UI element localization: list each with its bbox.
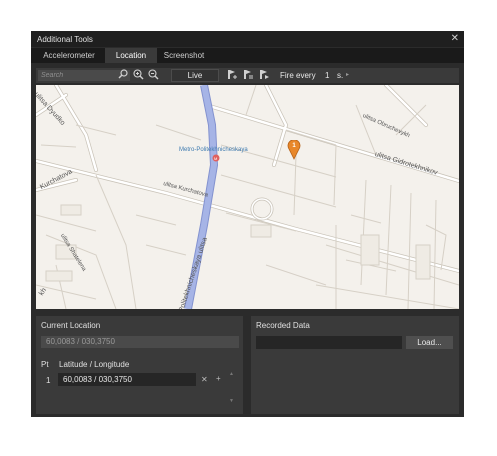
fire-every-unit: s. (337, 71, 344, 80)
recorded-data-panel: Recorded Data Load... (251, 316, 459, 414)
svg-text:M: M (214, 156, 217, 161)
marker-label: 1 (292, 143, 296, 149)
tab-location[interactable]: Location (105, 48, 157, 63)
map-view[interactable]: M Metro-Politekhnicheskaya ulitsa Gidrot… (36, 85, 459, 309)
current-location-panel: Current Location 60,0083 / 030,3750 Pt L… (36, 316, 243, 414)
map-toolbar: Live Fire every 1 s. ▸ (36, 68, 459, 83)
column-header-pt: Pt (41, 360, 49, 369)
current-location-field: 60,0083 / 030,3750 (41, 336, 239, 348)
fire-every-value[interactable]: 1 (325, 69, 329, 82)
scroll-up-icon[interactable]: ▲ (229, 371, 234, 377)
current-location-title: Current Location (41, 321, 101, 330)
tab-bar: Accelerometer Location Screenshot (31, 48, 464, 63)
window-title: Additional Tools (37, 35, 93, 44)
tab-accelerometer[interactable]: Accelerometer (37, 48, 101, 63)
tab-screenshot[interactable]: Screenshot (161, 48, 207, 63)
street-map: M (36, 85, 459, 309)
metro-label: Metro-Politekhnicheskaya (179, 147, 248, 153)
route-play-icon[interactable] (258, 69, 270, 82)
route-icon[interactable] (242, 69, 254, 82)
remove-point-icon[interactable]: ✕ (201, 375, 208, 384)
add-route-point-icon[interactable] (226, 69, 238, 82)
point-row-index: 1 (46, 376, 51, 385)
fire-every-stepper-icon[interactable]: ▸ (346, 69, 349, 82)
point-latlng-input[interactable]: 60,0083 / 030,3750 (58, 373, 196, 386)
close-icon[interactable]: ✕ (451, 33, 459, 44)
location-marker-icon[interactable]: 1 (287, 140, 301, 160)
additional-tools-window: Additional Tools ✕ Accelerometer Locatio… (31, 31, 464, 417)
search-icon[interactable] (117, 69, 129, 82)
column-header-latlng: Latitude / Longitude (59, 360, 130, 369)
load-button[interactable]: Load... (406, 336, 453, 349)
zoom-in-icon[interactable] (132, 69, 144, 82)
recorded-data-field[interactable] (256, 336, 402, 349)
zoom-out-icon[interactable] (147, 69, 159, 82)
move-point-icon[interactable]: + (216, 374, 221, 383)
live-button[interactable]: Live (171, 69, 219, 82)
recorded-data-title: Recorded Data (256, 321, 310, 330)
title-bar: Additional Tools ✕ (31, 31, 464, 47)
fire-every-label: Fire every (280, 71, 316, 80)
scroll-down-icon[interactable]: ▼ (229, 398, 234, 404)
